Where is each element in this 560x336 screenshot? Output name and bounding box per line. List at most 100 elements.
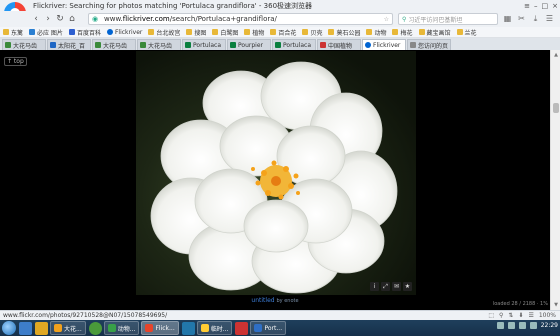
bookmark-item[interactable]: 必应 图片 [29, 28, 63, 37]
taskbar-task[interactable]: Port... [250, 321, 287, 335]
bookmark-item[interactable]: 百合花 [270, 28, 296, 37]
bookmarks-bar: 东篱 必应 图片 百度百科 Flickriver 台北故宫 搜图 白鹭图 植物 … [0, 27, 560, 38]
status-right: ⬚ ⚲ ⇅ ⬇ ☰ 100% [488, 312, 556, 319]
search-icon[interactable]: ⚲ [499, 312, 503, 319]
search-placeholder: 习近平访问巴基斯坦 [408, 16, 463, 24]
tab-favicon-icon [320, 42, 326, 48]
zoom-level[interactable]: 100% [539, 312, 556, 319]
bookmark-item[interactable]: 莫石公园 [328, 28, 360, 37]
navigation-bar: ‹ › ↻ ⌂ ◉ www.flickriver.com/search/Port… [0, 11, 560, 27]
tray-icon[interactable] [507, 322, 515, 329]
bookmark-item[interactable]: 藏宝画馆 [418, 28, 451, 37]
folder-icon [366, 29, 373, 35]
menu-icon[interactable]: ☰ [544, 13, 555, 24]
explorer-icon[interactable] [19, 321, 32, 335]
tab[interactable]: 大花马齿 [92, 39, 136, 50]
scroll-thumb[interactable] [553, 103, 559, 113]
volume-icon[interactable] [518, 322, 526, 329]
network-icon[interactable] [529, 322, 537, 329]
folder-icon [148, 29, 155, 35]
flower-photo[interactable]: i ⤢ ✉ ★ [136, 51, 416, 295]
page-icon[interactable]: ⬚ [488, 312, 494, 319]
title-bar: Flickriver: Searching for photos matchin… [0, 0, 560, 11]
bookmark-item[interactable]: 东篱 [3, 28, 23, 37]
address-url[interactable]: www.flickriver.com/search/Portulaca+gran… [104, 15, 384, 23]
tab-favicon-icon [410, 42, 416, 48]
toolbar-right: ▦ ✂ ⤓ ☰ [502, 13, 555, 24]
scroll-up-icon[interactable]: ▲ [552, 51, 560, 59]
photo-title-link[interactable]: untitled [251, 297, 274, 304]
app-icon[interactable] [181, 321, 195, 335]
screenshot-icon[interactable]: ✂ [516, 13, 527, 24]
tab[interactable]: 大花马齿 [2, 39, 46, 50]
tab-active[interactable]: Flickriver [362, 39, 406, 50]
minimize-button[interactable]: – [534, 2, 538, 10]
tab[interactable]: 中国植物 [317, 39, 361, 50]
taskbar-task[interactable]: 动物... [103, 321, 140, 335]
bookmark-item[interactable]: 百度百科 [68, 28, 101, 37]
folder-icon [302, 29, 309, 35]
bookmark-item[interactable]: 动物 [366, 28, 386, 37]
favorite-star-icon[interactable]: ☆ [384, 16, 389, 23]
bookmark-item[interactable]: 兰花 [456, 28, 477, 37]
folder-icon [418, 29, 425, 35]
comment-icon[interactable]: ✉ [392, 282, 401, 291]
tab[interactable]: 大花马齿 [137, 39, 181, 50]
system-tray: 22:29 [496, 322, 558, 329]
menu-icon[interactable]: ≡ [524, 2, 530, 10]
back-button[interactable]: ‹ [30, 13, 42, 25]
bookmark-item[interactable]: 贝壳 [302, 28, 322, 37]
expand-icon[interactable]: ⤢ [381, 282, 390, 291]
scroll-down-icon[interactable]: ▼ [552, 301, 560, 309]
home-button[interactable]: ⌂ [66, 13, 78, 25]
bookmark-item[interactable]: 白鹭图 [212, 28, 238, 37]
bookmark-item[interactable]: 搜图 [186, 28, 206, 37]
vertical-scrollbar[interactable]: ▲ ▼ [550, 50, 560, 310]
favorite-icon[interactable]: ★ [403, 282, 412, 291]
tray-icon[interactable] [496, 322, 504, 329]
tab[interactable]: 您访问的页 [407, 39, 451, 50]
browser-icon[interactable] [88, 321, 102, 335]
start-button[interactable] [2, 321, 16, 335]
status-bar: www.flickr.com/photos/92710528@N07/15078… [0, 310, 560, 320]
bookmark-item[interactable]: 台北故宫 [148, 28, 180, 37]
top-button[interactable]: ↑ top [4, 57, 27, 66]
folder-icon [328, 29, 335, 35]
tab[interactable]: Portulaca [182, 39, 226, 50]
taskbar-task-active[interactable]: Flick... [141, 321, 179, 335]
folder-icon[interactable] [35, 321, 48, 335]
menu-icon[interactable]: ☰ [528, 312, 533, 319]
taskbar-task[interactable]: 大花... [50, 321, 86, 335]
taskbar-task[interactable]: 临时... [196, 321, 233, 335]
tab[interactable]: Pourpier [227, 39, 271, 50]
photo-toolbar: i ⤢ ✉ ★ [370, 282, 412, 291]
reload-button[interactable]: ↻ [54, 13, 66, 25]
baidu-icon [68, 29, 75, 35]
bookmark-item[interactable]: 梅花 [392, 28, 413, 37]
download-icon[interactable]: ⤓ [530, 13, 541, 24]
browser-window: Flickriver: Searching for photos matchin… [0, 0, 560, 336]
clock[interactable]: 22:29 [541, 322, 558, 329]
folder-icon [212, 29, 219, 35]
search-box[interactable]: ⚲ 习近平访问巴基斯坦 [398, 13, 498, 25]
photo-caption: untitled by enote [0, 297, 550, 304]
app-icon[interactable] [235, 321, 249, 335]
taskbar: 大花... 动物... Flick... 临时... Port... 22:29 [0, 320, 560, 336]
info-icon[interactable]: i [370, 282, 379, 291]
bookmark-item[interactable]: 植物 [244, 28, 264, 37]
sync-icon[interactable]: ⇅ [508, 312, 513, 319]
loaded-count: loaded 28 / 2188 · 1% [492, 301, 548, 307]
folder-icon [456, 29, 463, 35]
white-flower-image [150, 61, 398, 294]
tab[interactable]: Portulaca [272, 39, 316, 50]
download-icon[interactable]: ⬇ [518, 312, 523, 319]
forward-button[interactable]: › [42, 13, 54, 25]
address-bar[interactable]: ◉ www.flickriver.com/search/Portulaca+gr… [88, 13, 393, 25]
folder-icon [244, 29, 251, 35]
photo-author[interactable]: by enote [277, 298, 299, 304]
maximize-button[interactable]: □ [542, 2, 549, 10]
apps-icon[interactable]: ▦ [502, 13, 513, 24]
tab[interactable]: 太阳花_百 [47, 39, 91, 50]
bookmark-item[interactable]: Flickriver [106, 29, 142, 36]
close-button[interactable]: × [552, 2, 558, 10]
